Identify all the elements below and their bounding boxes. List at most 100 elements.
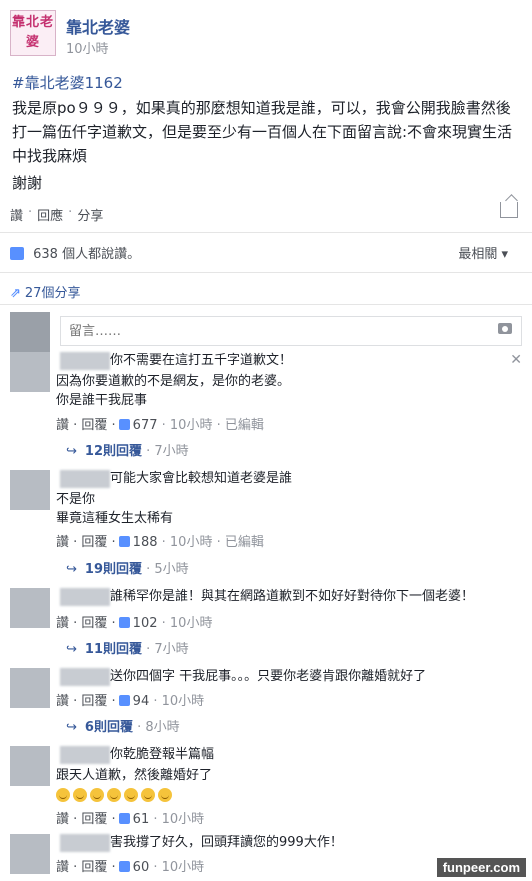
like-button[interactable]: 讚 <box>10 205 23 224</box>
sort-label: 最相關 <box>458 247 498 262</box>
page-name-link[interactable]: 靠北老婆 <box>66 14 130 38</box>
view-replies-link[interactable]: ↪ 19則回覆 · 5小時 <box>66 558 189 577</box>
commenter-name-blurred[interactable] <box>60 746 110 764</box>
comment-actions: 讚 · 回覆 · 188 · 10小時 · 已編輯 <box>56 531 264 550</box>
emoji-row <box>56 787 516 806</box>
comment-like-reply-buttons[interactable]: 讚 · 回覆 · <box>56 812 116 827</box>
comment-text-line: 不是你 <box>56 492 96 507</box>
commenter-name-blurred[interactable] <box>60 588 110 606</box>
comment-button[interactable]: 回應 <box>37 205 63 224</box>
comment-text-line: 害我撐了好久，回頭拜讀您的999大作！ <box>110 835 343 850</box>
comment-text-line: 送你四個字 干我屁事。。。只要你老婆肯跟你離婚就好了 <box>110 669 427 684</box>
comment-meta: · 10小時 · 已編輯 <box>161 418 264 433</box>
separator-dot: · <box>28 205 33 220</box>
comment-like-count[interactable]: 188 <box>133 535 158 550</box>
reply-arrow-icon: ↪ <box>66 444 77 459</box>
comment-actions: 讚 · 回覆 · 94 · 10小時 <box>56 690 204 709</box>
smiley-emoji-icon <box>141 788 155 802</box>
divider <box>0 232 532 233</box>
current-user-avatar <box>10 312 50 352</box>
commenter-name-blurred[interactable] <box>60 834 110 852</box>
reply-time: · 8小時 <box>137 720 180 735</box>
comment-text-line: 畢竟這種女生太稀有 <box>56 511 174 526</box>
comment-like-count[interactable]: 94 <box>133 694 150 709</box>
smiley-emoji-icon <box>124 788 138 802</box>
comment-like-count[interactable]: 102 <box>133 616 158 631</box>
comment-text-line: 你是誰干我屁事 <box>56 393 148 408</box>
commenter-name-blurred[interactable] <box>60 668 110 686</box>
comment-composer <box>10 312 522 352</box>
comment-like-reply-buttons[interactable]: 讚 · 回覆 · <box>56 694 116 709</box>
reply-arrow-icon: ↪ <box>66 562 77 577</box>
comment-like-reply-buttons[interactable]: 讚 · 回覆 · <box>56 616 116 631</box>
smiley-emoji-icon <box>56 788 70 802</box>
comment-text-line: 誰稀罕你是誰！與其在網路道歉到不如好好對待你下一個老婆！ <box>110 589 475 604</box>
thumbs-up-icon <box>118 617 130 628</box>
comment-text-line: 你乾脆登報半篇幅 <box>110 747 215 762</box>
comment-meta: · 10小時 <box>161 616 213 631</box>
commenter-name-blurred[interactable] <box>60 352 110 370</box>
thumbs-up-icon <box>118 536 130 547</box>
reply-count: 11則回覆 <box>84 642 142 657</box>
shares-count-text: 27個分享 <box>24 286 81 301</box>
thumbs-up-icon <box>118 419 130 430</box>
share-button[interactable]: 分享 <box>77 205 103 224</box>
smiley-emoji-icon <box>90 788 104 802</box>
comment-item: 可能大家會比較想知道老婆是誰 不是你 畢竟這種女生太稀有 讚 · 回覆 · 188… <box>10 470 522 580</box>
comment-item: 送你四個字 干我屁事。。。只要你老婆肯跟你離婚就好了 讚 · 回覆 · 94 · … <box>10 668 522 738</box>
divider <box>0 272 532 273</box>
post-body-text: 我是原po９９９，如果真的那麼想知道我是誰，可以，我會公開我臉書然後打一篇伍仟字… <box>12 99 513 165</box>
view-replies-link[interactable]: ↪ 6則回覆 · 8小時 <box>66 716 180 735</box>
comment-like-count[interactable]: 61 <box>133 812 150 827</box>
avatar-logo-text: 靠北老婆 <box>11 15 54 50</box>
post-thanks-text: 謝謝 <box>12 174 43 192</box>
facebook-post-card: 靠北老婆 靠北老婆 10小時 #靠北老婆1162 我是原po９９９，如果真的那麼… <box>0 0 532 881</box>
post-action-bar: 讚 · 回應 · 分享 <box>10 205 103 224</box>
comment-text-line: 跟天人道歉，然後離婚好了 <box>56 768 213 783</box>
camera-icon[interactable] <box>498 323 512 334</box>
comment-input[interactable] <box>60 316 522 346</box>
comment-actions: 讚 · 回覆 · 677 · 10小時 · 已編輯 <box>56 414 264 433</box>
page-avatar[interactable]: 靠北老婆 <box>10 10 56 56</box>
reply-count: 19則回覆 <box>84 562 142 577</box>
comment-meta: · 10小時 <box>153 860 205 875</box>
reply-count: 12則回覆 <box>84 444 142 459</box>
shares-summary[interactable]: ⇗ 27個分享 <box>10 282 80 301</box>
watermark: funpeer.com <box>436 858 526 877</box>
comment-item: 你不需要在這打五千字道歉文！ 因為你要道歉的不是網友，是你的老婆。 你是誰干我屁… <box>10 352 522 462</box>
commenter-avatar[interactable] <box>10 470 50 510</box>
sort-dropdown[interactable]: 最相關 ▾ <box>458 243 508 262</box>
commenter-avatar[interactable] <box>10 668 50 708</box>
thumbs-up-icon <box>118 695 130 706</box>
post-timestamp[interactable]: 10小時 <box>66 38 109 57</box>
divider <box>0 304 532 305</box>
comment-meta: · 10小時 <box>153 812 205 827</box>
view-replies-link[interactable]: ↪ 12則回覆 · 7小時 <box>66 440 189 459</box>
hashtag-link[interactable]: #靠北老婆1162 <box>12 72 123 93</box>
comment-item: 你乾脆登報半篇幅 跟天人道歉，然後離婚好了 讚 · 回覆 · 61 · 10小時 <box>10 746 522 827</box>
reply-arrow-icon: ↪ <box>66 720 77 735</box>
commenter-avatar[interactable] <box>10 352 50 392</box>
comment-like-reply-buttons[interactable]: 讚 · 回覆 · <box>56 535 116 550</box>
comment-meta: · 10小時 <box>153 694 205 709</box>
thumbs-up-icon <box>118 813 130 824</box>
commenter-avatar[interactable] <box>10 834 50 874</box>
share-arrow-icon: ⇗ <box>10 286 21 301</box>
post-header: 靠北老婆 靠北老婆 10小時 <box>10 10 510 57</box>
commenter-name-blurred[interactable] <box>60 470 110 488</box>
commenter-avatar[interactable] <box>10 588 50 628</box>
view-replies-link[interactable]: ↪ 11則回覆 · 7小時 <box>66 638 189 657</box>
reply-time: · 5小時 <box>146 562 189 577</box>
smiley-emoji-icon <box>107 788 121 802</box>
commenter-avatar[interactable] <box>10 746 50 786</box>
likes-summary: 638 個人都說讚。 最相關 ▾ <box>10 243 522 262</box>
comment-text-line: 可能大家會比較想知道老婆是誰 <box>110 471 293 486</box>
comment-like-reply-buttons[interactable]: 讚 · 回覆 · <box>56 418 116 433</box>
comment-like-reply-buttons[interactable]: 讚 · 回覆 · <box>56 860 116 875</box>
comment-like-count[interactable]: 60 <box>133 860 150 875</box>
comment-like-count[interactable]: 677 <box>133 418 158 433</box>
comment-actions: 讚 · 回覆 · 61 · 10小時 <box>56 808 204 827</box>
share-icon[interactable] <box>500 202 518 218</box>
likes-count-text[interactable]: 638 個人都說讚。 <box>33 247 140 262</box>
separator-dot: · <box>68 205 73 220</box>
